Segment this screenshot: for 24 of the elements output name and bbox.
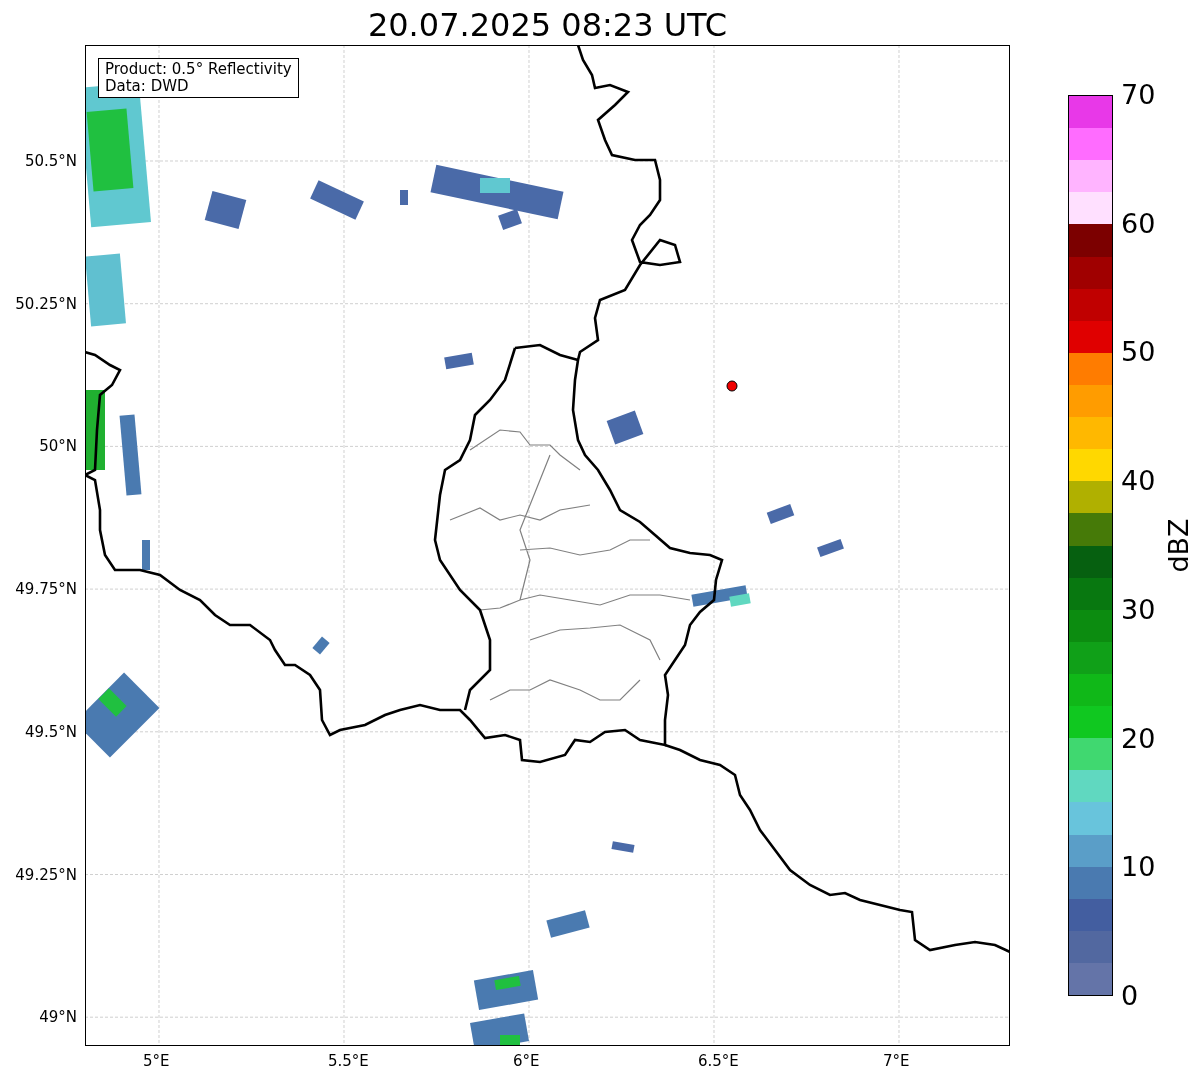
axis-tick-label: 50.25°N — [15, 294, 77, 313]
colorbar-tick-label: 0 — [1121, 982, 1139, 1009]
legend-text: Product: 0.5° Reflectivity — [105, 61, 292, 78]
chart-title: 20.07.2025 08:23 UTC — [367, 9, 728, 45]
axis-tick-label: 7°E — [883, 1052, 910, 1070]
colorbar-tick-label: 10 — [1121, 853, 1156, 881]
colorbar-label: dBZ — [1162, 518, 1194, 573]
axis-tick-label: 49°N — [39, 1008, 77, 1027]
colorbar-tick-label: 40 — [1121, 467, 1156, 495]
colorbar-tick-label: 70 — [1121, 81, 1156, 108]
colorbar-tick-label: 20 — [1121, 724, 1156, 752]
colorbar-tick-label: 30 — [1121, 595, 1156, 623]
axis-tick-label: 49.5°N — [24, 722, 77, 741]
legend-text: Data: DWD — [105, 78, 190, 95]
axis-tick-label: 50.5°N — [24, 152, 77, 170]
axis-tick-label: 6°E — [513, 1052, 540, 1070]
axis-tick-label: 6.5°E — [698, 1052, 739, 1070]
axis-tick-label: 5.5°E — [328, 1052, 369, 1070]
axis-tick-label: 49.25°N — [15, 865, 77, 884]
axis-tick-label: 49.75°N — [15, 580, 77, 599]
axis-tick-label: 5°E — [143, 1052, 170, 1070]
axis-tick-label: 50°N — [39, 437, 77, 456]
colorbar-tick-label: 50 — [1121, 338, 1156, 366]
colorbar-tick-label: 60 — [1121, 209, 1156, 237]
